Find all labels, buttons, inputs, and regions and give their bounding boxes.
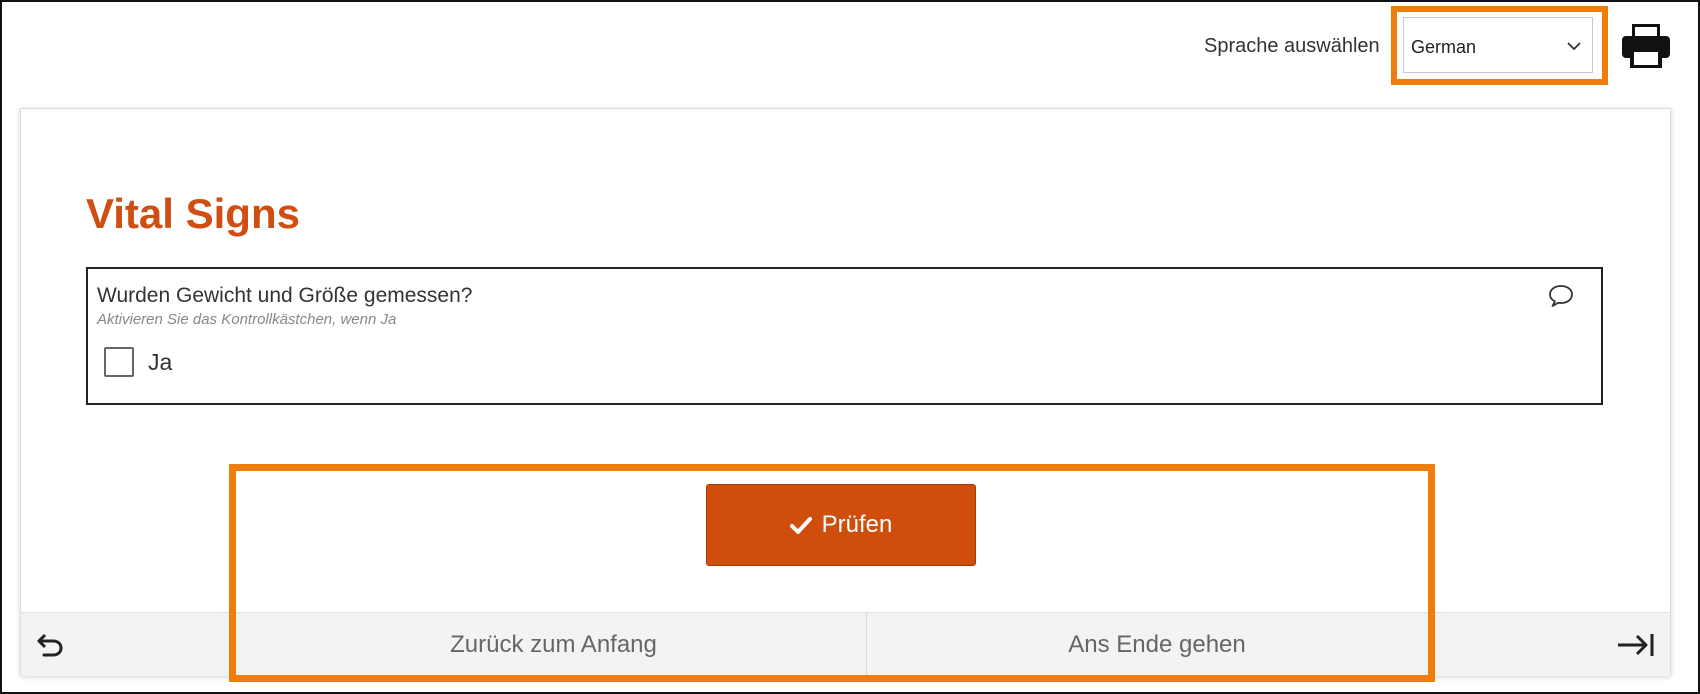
yes-checkbox[interactable] xyxy=(104,347,134,377)
check-button[interactable]: Prüfen xyxy=(706,484,976,566)
printer-icon[interactable] xyxy=(1620,22,1672,70)
question-hint: Aktivieren Sie das Kontrollkästchen, wen… xyxy=(97,311,397,328)
page-title: Vital Signs xyxy=(86,190,300,237)
check-button-label: Prüfen xyxy=(821,511,893,538)
language-select[interactable]: German xyxy=(1403,17,1593,73)
comment-icon[interactable] xyxy=(1547,283,1575,309)
checkmark-icon xyxy=(789,517,812,534)
undo-arrow-icon[interactable] xyxy=(35,631,65,659)
language-selected-value: German xyxy=(1411,37,1477,57)
chevron-down-icon xyxy=(1567,42,1581,51)
question-text: Wurden Gewicht und Größe gemessen? xyxy=(97,284,473,307)
arrow-to-end-icon[interactable] xyxy=(1616,631,1656,659)
yes-checkbox-label[interactable]: Ja xyxy=(148,349,172,376)
question-box: Wurden Gewicht und Größe gemessen? Aktiv… xyxy=(86,267,1603,405)
language-label: Sprache auswählen xyxy=(1204,35,1380,57)
